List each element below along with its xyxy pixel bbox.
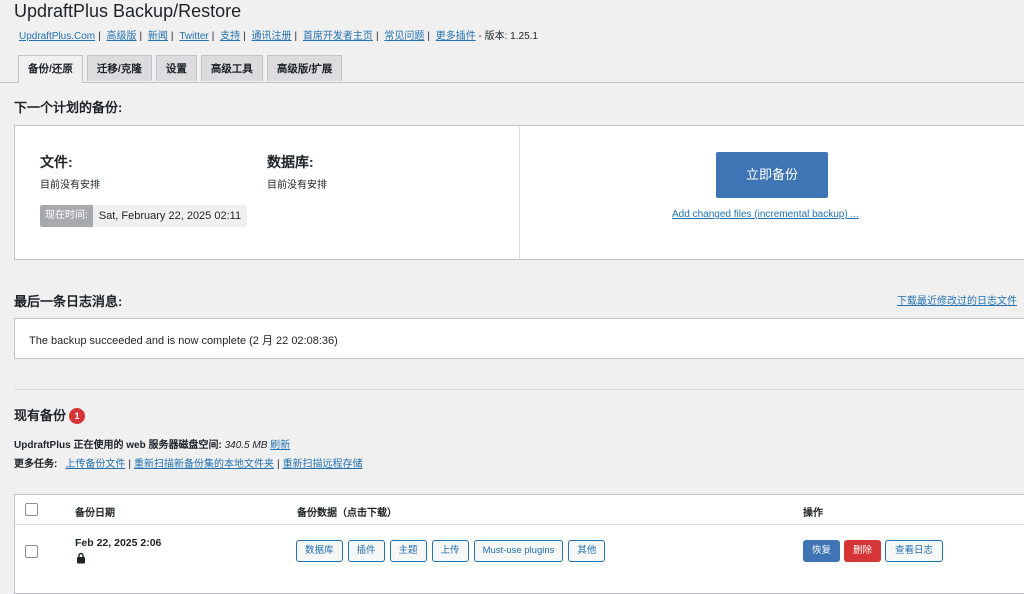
link-separator: |	[139, 31, 143, 42]
download-database-button[interactable]: 数据库	[296, 540, 343, 562]
disk-usage-label: UpdraftPlus 正在使用的 web 服务器磁盘空间:	[14, 440, 222, 451]
link-separator: |	[243, 31, 246, 42]
row-checkbox[interactable]	[25, 545, 38, 558]
link-separator: |	[375, 31, 379, 42]
current-time-label: 现在时间:	[40, 205, 93, 227]
database-status: 目前没有安排	[267, 180, 327, 191]
link-separator: |	[98, 31, 101, 42]
existing-backups-heading: 现有备份 1	[14, 405, 86, 424]
download-mu-plugins-button[interactable]: Must-use plugins	[473, 540, 564, 562]
column-backup-date: 备份日期	[75, 508, 115, 519]
more-tasks-label: 更多任务:	[14, 459, 58, 470]
files-status: 目前没有安排	[40, 180, 100, 191]
download-themes-button[interactable]: 主题	[389, 540, 427, 562]
lock-icon	[76, 552, 86, 567]
row-actions: 恢复 删除 查看日志	[803, 540, 944, 562]
tab-premium-extensions[interactable]: 高级版/扩展	[266, 55, 343, 81]
link-faq[interactable]: 常见问题	[384, 31, 424, 42]
current-time: 现在时间: Sat, February 22, 2025 02:11	[40, 205, 248, 227]
page-title: UpdraftPlus Backup/Restore	[14, 1, 242, 21]
rescan-local-link[interactable]: 重新扫描新备份集的本地文件夹	[134, 459, 274, 470]
link-separator: |	[294, 31, 298, 42]
link-lead-dev[interactable]: 首席开发者主页	[303, 31, 373, 42]
upload-backup-link[interactable]: 上传备份文件	[65, 459, 125, 470]
link-separator: |	[128, 459, 131, 470]
link-separator: |	[427, 31, 430, 42]
tabs-baseline	[0, 82, 1024, 83]
backup-date: Feb 22, 2025 2:06	[75, 537, 162, 549]
log-message: The backup succeeded and is now complete…	[29, 335, 338, 347]
download-log-link[interactable]: 下载最近修改过的日志文件	[897, 292, 1017, 307]
delete-button[interactable]: 删除	[844, 540, 882, 562]
database-label: 数据库:	[267, 154, 314, 170]
link-support[interactable]: 支持	[220, 31, 240, 42]
rescan-remote-link[interactable]: 重新扫描远程存储	[283, 459, 363, 470]
plugin-links-bar: UpdraftPlus.Com | 高级版 | 新闻 | Twitter | 支持 | 通…	[19, 30, 538, 44]
tab-settings[interactable]: 设置	[155, 55, 197, 81]
tab-backup-restore[interactable]: 备份/还原	[18, 55, 83, 83]
disk-usage: UpdraftPlus 正在使用的 web 服务器磁盘空间: 340.5 MB …	[14, 436, 290, 451]
current-time-value: Sat, February 22, 2025 02:11	[92, 205, 248, 227]
link-news[interactable]: 新闻	[148, 31, 168, 42]
files-label: 文件:	[40, 154, 73, 170]
link-separator: |	[276, 459, 280, 470]
tab-migrate-clone[interactable]: 迁移/克隆	[86, 55, 152, 81]
link-separator: |	[211, 31, 215, 42]
link-newsletter[interactable]: 通讯注册	[252, 31, 292, 42]
link-updraftplus-com[interactable]: UpdraftPlus.Com	[19, 31, 95, 42]
download-plugins-button[interactable]: 插件	[347, 540, 385, 562]
last-log-heading: 最后一条日志消息:	[14, 294, 123, 309]
download-uploads-button[interactable]: 上传	[431, 540, 469, 562]
nav-tabs: 备份/还原 迁移/克隆 设置 高级工具 高级版/扩展	[18, 55, 343, 83]
select-all-checkbox[interactable]	[25, 503, 38, 516]
view-log-button[interactable]: 查看日志	[885, 540, 944, 562]
version-text: - 版本: 1.25.1	[478, 31, 538, 42]
link-more-plugins[interactable]: 更多插件	[436, 31, 476, 42]
more-tasks: 更多任务: 上传备份文件 | 重新扫描新备份集的本地文件夹 | 重新扫描远程存储	[14, 455, 363, 470]
backup-count-badge: 1	[69, 408, 86, 424]
download-others-button[interactable]: 其他	[568, 540, 606, 562]
backup-now-button[interactable]: 立即备份	[716, 152, 828, 198]
backup-data-buttons: 数据库 插件 主题 上传 Must-use plugins 其他	[296, 540, 606, 562]
link-premium[interactable]: 高级版	[107, 31, 137, 42]
disk-usage-value: 340.5 MB	[224, 440, 268, 451]
next-backup-heading: 下一个计划的备份:	[14, 100, 123, 115]
column-backup-data: 备份数据（点击下载）	[297, 508, 397, 519]
incremental-backup-link[interactable]: Add changed files (incremental backup) .…	[672, 209, 859, 220]
tab-advanced-tools[interactable]: 高级工具	[200, 55, 263, 81]
section-divider	[14, 389, 1024, 390]
panel-divider	[519, 126, 520, 259]
column-actions: 操作	[803, 508, 823, 519]
link-twitter[interactable]: Twitter	[179, 31, 208, 42]
existing-backups-title: 现有备份	[14, 408, 67, 423]
link-separator: |	[170, 31, 174, 42]
restore-button[interactable]: 恢复	[803, 540, 841, 562]
table-row: Feb 22, 2025 2:06 数据库 插件 主题 上传 Must-use …	[0, 525, 1024, 576]
refresh-link[interactable]: 刷新	[270, 440, 290, 451]
